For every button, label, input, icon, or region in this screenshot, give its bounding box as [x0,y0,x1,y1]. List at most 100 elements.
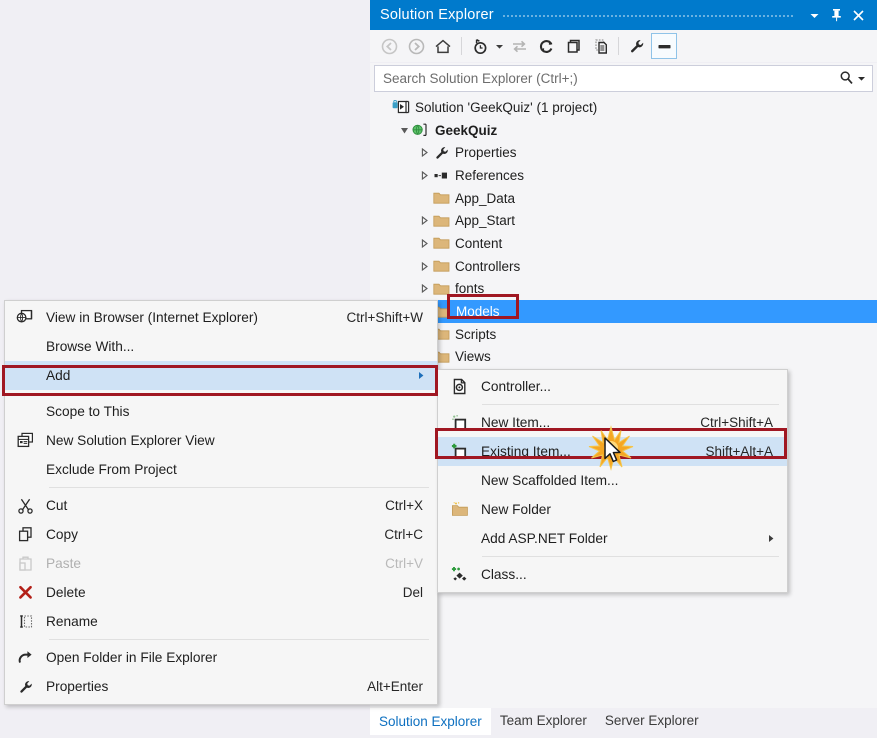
tree-item-models[interactable]: Models [370,300,877,323]
chevron-right-icon[interactable] [418,164,431,186]
copy-icon [5,526,46,543]
menu-item-controller[interactable]: Controller... [438,372,787,401]
menu-item-delete[interactable]: DeleteDel [5,578,437,607]
preview-selected-items-button[interactable] [651,33,677,59]
search-icon[interactable] [839,70,854,88]
solution-explorer-panel: Solution Explorer [370,0,877,708]
solution-explorer-tab-strip: Solution ExplorerTeam ExplorerServer Exp… [370,708,877,738]
show-all-files-button[interactable] [587,33,613,59]
tree-item-scripts[interactable]: Scripts [370,323,877,346]
menu-item-add[interactable]: Add [5,361,437,390]
panel-title: Solution Explorer [380,7,494,23]
refresh-button[interactable] [533,33,559,59]
chevron-right-icon[interactable] [418,142,431,164]
menu-item-shortcut: Shift+Alt+A [705,444,787,459]
existing-item-icon [438,443,481,460]
tree-item-views[interactable]: Views [370,346,877,369]
bottom-tab-solution-explorer[interactable]: Solution Explorer [370,708,491,735]
tree-item-content[interactable]: Content [370,232,877,255]
tree-item-geekquiz[interactable]: GeekQuiz [370,119,877,142]
open-folder-icon [5,649,46,666]
references-icon [431,164,452,186]
dropdown-icon[interactable] [803,3,825,27]
menu-item-label: Cut [46,498,385,513]
tree-item-properties[interactable]: Properties [370,141,877,164]
toolbar-separator [461,37,462,55]
forward-button[interactable] [403,33,429,59]
chevron-right-icon[interactable] [418,232,431,254]
pin-icon[interactable] [825,3,847,27]
tree-item-label: App_Data [452,191,515,206]
expander-spacer [418,187,431,209]
tree-item-app-data[interactable]: App_Data [370,187,877,210]
web-project-icon [411,119,432,141]
tree-item-label: Models [452,304,504,319]
menu-item-label: View in Browser (Internet Explorer) [46,310,346,325]
menu-item-browse-with[interactable]: Browse With... [5,332,437,361]
menu-item-label: Properties [46,679,367,694]
sync-with-active-document-button[interactable] [506,33,532,59]
toolbar-separator-2 [618,37,619,55]
menu-item-open-folder-in-file-explorer[interactable]: Open Folder in File Explorer [5,643,437,672]
menu-item-rename[interactable]: Rename [5,607,437,636]
bottom-tab-team-explorer[interactable]: Team Explorer [491,708,596,734]
menu-item-exclude-from-project[interactable]: Exclude From Project [5,455,437,484]
tree-item-references[interactable]: References [370,164,877,187]
menu-item-cut[interactable]: CutCtrl+X [5,491,437,520]
submenu-arrow-icon [417,371,437,380]
home-button[interactable] [430,33,456,59]
pending-changes-button[interactable] [467,33,493,59]
add-submenu: Controller... New Item...Ctrl+Shift+AExis… [437,369,788,593]
pending-changes-dropdown-icon[interactable] [494,33,505,59]
close-icon[interactable] [847,3,869,27]
menu-item-properties[interactable]: PropertiesAlt+Enter [5,672,437,701]
menu-item-view-in-browser-internet-explorer[interactable]: View in Browser (Internet Explorer)Ctrl+… [5,303,437,332]
bottom-tab-server-explorer[interactable]: Server Explorer [596,708,708,734]
menu-item-label: Rename [46,614,437,629]
menu-item-class[interactable]: Class... [438,560,787,589]
menu-item-label: Copy [46,527,384,542]
folder-icon [431,210,452,232]
search-icons [839,70,866,88]
tree-item-label: Solution 'GeekQuiz' (1 project) [412,100,597,115]
tree-item-app-start[interactable]: App_Start [370,209,877,232]
menu-item-new-solution-explorer-view[interactable]: New Solution Explorer View [5,426,437,455]
chevron-right-icon[interactable] [418,210,431,232]
chevron-right-icon[interactable] [418,278,431,300]
tree-item-label: Properties [452,145,517,160]
view-in-browser-icon [5,309,46,326]
title-bar-drag-handle[interactable] [502,0,795,30]
tree-item-solution-geekquiz-1-project[interactable]: Solution 'GeekQuiz' (1 project) [370,96,877,119]
menu-item-scope-to-this[interactable]: Scope to This [5,397,437,426]
menu-separator [49,487,429,488]
menu-item-label: Browse With... [46,339,437,354]
menu-item-add-asp-net-folder[interactable]: Add ASP.NET Folder [438,524,787,553]
search-input[interactable]: Search Solution Explorer (Ctrl+;) [374,65,873,92]
menu-separator [482,556,779,557]
wrench-icon [431,142,452,164]
menu-item-shortcut: Ctrl+C [384,527,437,542]
menu-item-paste[interactable]: PasteCtrl+V [5,549,437,578]
chevron-right-icon[interactable] [418,255,431,277]
menu-item-existing-item[interactable]: Existing Item...Shift+Alt+A [438,437,787,466]
menu-item-label: Scope to This [46,404,437,419]
collapse-all-button[interactable] [560,33,586,59]
tree-item-label: fonts [452,281,484,296]
tree-item-label: Scripts [452,327,496,342]
properties-button[interactable] [624,33,650,59]
tree-item-fonts[interactable]: fonts [370,278,877,301]
back-button[interactable] [376,33,402,59]
tree-item-controllers[interactable]: Controllers [370,255,877,278]
menu-item-label: Open Folder in File Explorer [46,650,437,665]
menu-item-shortcut: Alt+Enter [367,679,437,694]
chevron-down-icon[interactable] [398,119,411,141]
menu-item-new-folder[interactable]: New Folder [438,495,787,524]
menu-item-new-scaffolded-item[interactable]: New Scaffolded Item... [438,466,787,495]
tree-item-label: GeekQuiz [432,123,497,138]
menu-item-new-item[interactable]: New Item...Ctrl+Shift+A [438,408,787,437]
menu-item-label: Delete [46,585,403,600]
solution-explorer-title-bar: Solution Explorer [370,0,877,30]
submenu-arrow-icon [767,534,787,543]
menu-item-copy[interactable]: CopyCtrl+C [5,520,437,549]
search-options-dropdown-icon[interactable] [857,71,866,86]
